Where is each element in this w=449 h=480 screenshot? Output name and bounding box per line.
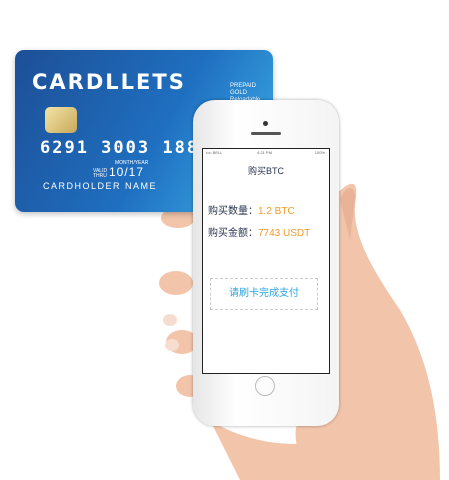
cardholder-name: CARDHOLDER NAME	[43, 181, 158, 191]
phone-screen: •••• BELL 4:21 PM 100% 购买BTC 购买数量：1.2 BT…	[202, 148, 330, 374]
status-carrier: •••• BELL	[206, 150, 223, 155]
valid-thru: VALID THRU	[93, 168, 108, 179]
status-battery: 100%	[314, 150, 325, 155]
camera-icon	[263, 121, 268, 126]
chip-icon	[45, 107, 77, 133]
amount-row: 购买金额：7743 USDT	[208, 223, 310, 241]
quantity-label: 购买数量：	[208, 206, 258, 217]
home-button[interactable]	[255, 376, 275, 396]
swipe-card-prompt[interactable]: 请刷卡完成支付	[210, 278, 318, 310]
card-number: 6291 3003 1888	[40, 138, 212, 158]
quantity-row: 购买数量：1.2 BTC	[208, 201, 295, 219]
page-title: 购买BTC	[247, 166, 284, 176]
amount-value: 7743 USDT	[258, 228, 311, 239]
card-brand: CARDLLETS	[32, 70, 186, 94]
card-tier: GOLD	[230, 90, 248, 96]
card-expiry: 10/17	[109, 165, 145, 179]
speaker-grille	[251, 132, 281, 135]
quantity-value: 1.2 BTC	[258, 206, 295, 217]
status-time: 4:21 PM	[257, 150, 272, 155]
phone: •••• BELL 4:21 PM 100% 购买BTC 购买数量：1.2 BT…	[193, 100, 339, 426]
card-tier: PREPAID	[230, 83, 256, 89]
amount-label: 购买金额：	[208, 228, 258, 239]
